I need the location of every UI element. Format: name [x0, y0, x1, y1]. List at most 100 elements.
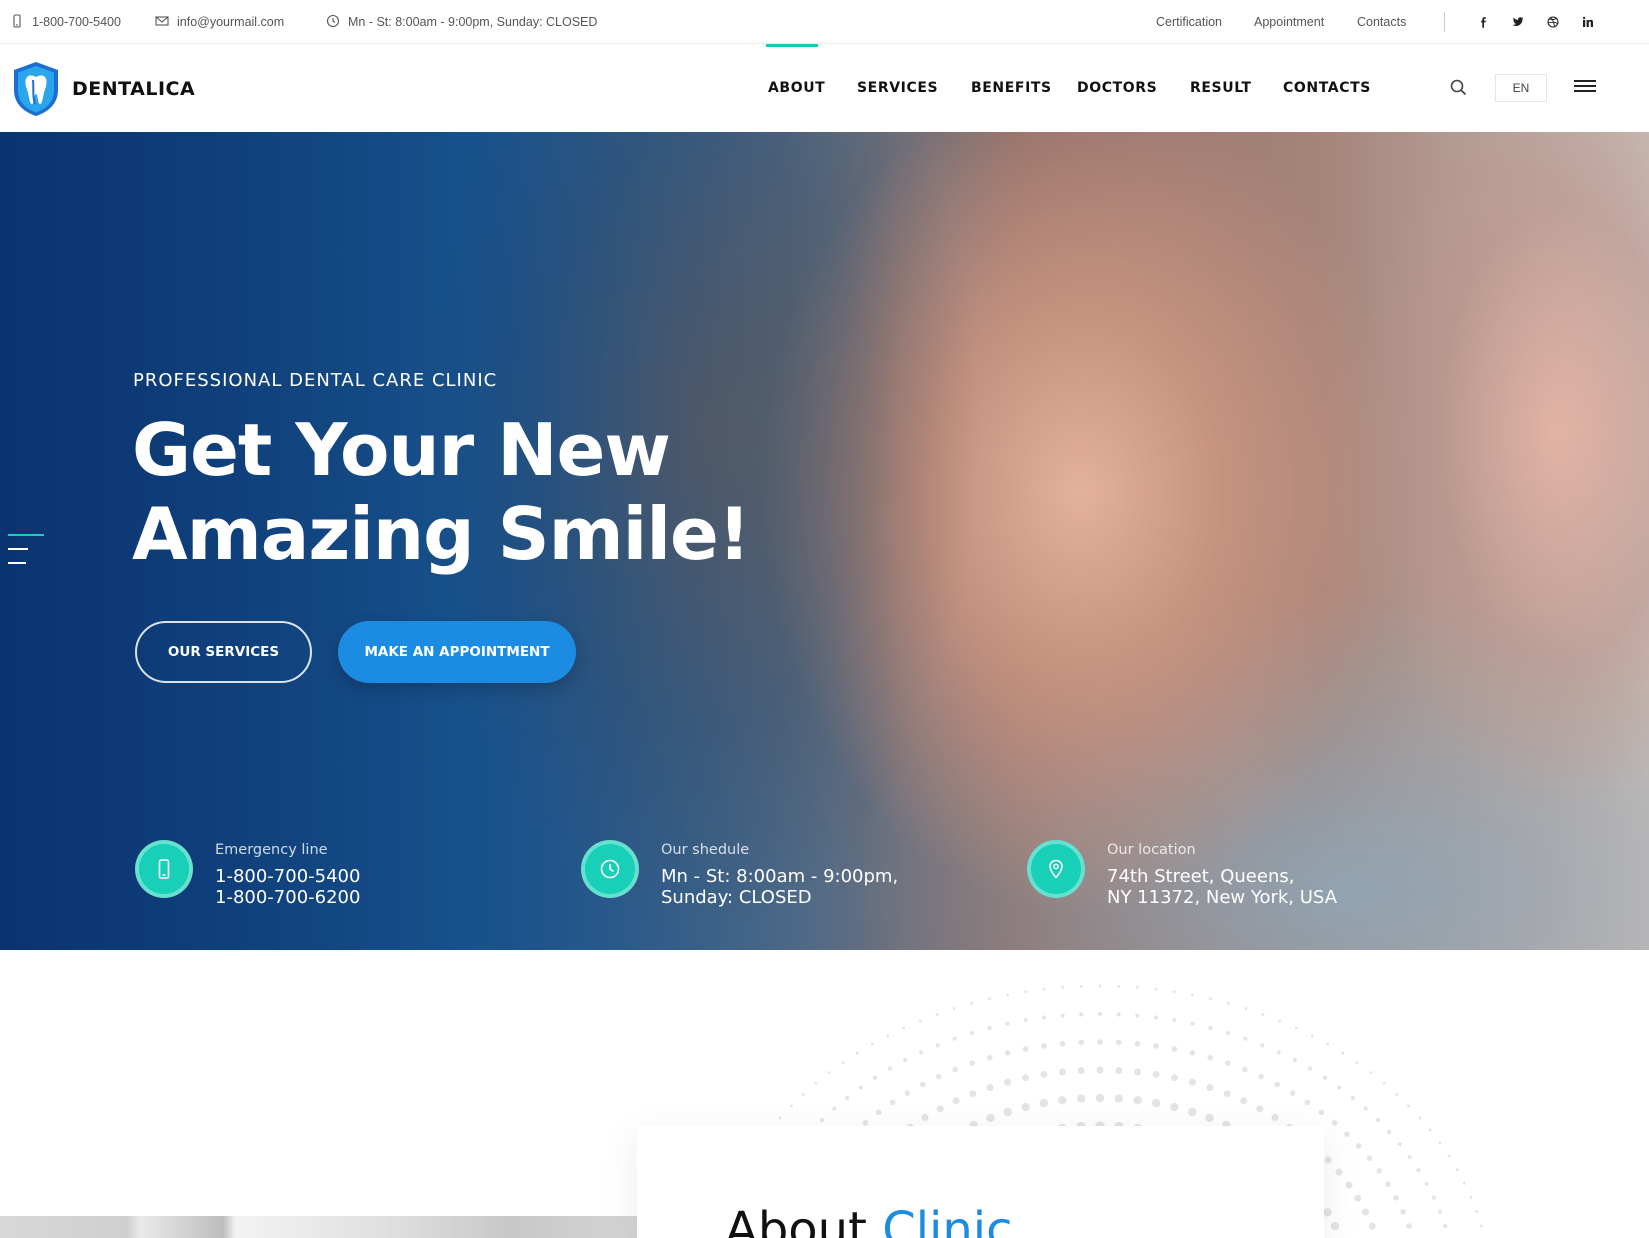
- decorative-dot: [952, 1097, 960, 1105]
- decorative-dot: [1188, 1107, 1197, 1117]
- decorative-dot: [1060, 1013, 1065, 1018]
- decorative-dot: [1363, 1106, 1368, 1111]
- decorative-dot: [1331, 1120, 1338, 1126]
- logo[interactable]: DENTALICA: [10, 60, 195, 118]
- info-location: Our location 74th Street, Queens, NY 113…: [1027, 840, 1337, 908]
- decorative-dot: [887, 1066, 892, 1071]
- decorative-dot: [841, 1061, 845, 1065]
- decorative-dot: [1438, 1141, 1442, 1145]
- info-value-line2[interactable]: 1-800-700-6200: [215, 887, 360, 908]
- info-emergency: Emergency line 1-800-700-5400 1-800-700-…: [135, 840, 360, 908]
- decorative-dot: [1393, 1195, 1399, 1201]
- our-services-button[interactable]: OUR SERVICES: [135, 621, 312, 683]
- decorative-dot: [903, 1058, 908, 1063]
- decorative-dot: [856, 1051, 859, 1055]
- topbar-divider: [1444, 12, 1445, 32]
- decorative-dot: [935, 1013, 939, 1016]
- decorative-dot: [820, 1117, 825, 1123]
- decorative-dot: [1005, 1021, 1010, 1026]
- decorative-dot: [1059, 1040, 1066, 1047]
- decorative-dot: [918, 1019, 922, 1023]
- topbar-link-certification[interactable]: Certification: [1156, 0, 1222, 44]
- decorative-dot: [1076, 1094, 1086, 1103]
- tooth-logo-icon: [10, 60, 62, 118]
- decorative-dot: [1418, 1116, 1422, 1120]
- decorative-dot: [845, 1095, 850, 1100]
- decorative-dot: [1095, 1093, 1105, 1103]
- about-title-part2: Clinic: [882, 1202, 1013, 1238]
- nav-item-contacts[interactable]: CONTACTS: [1283, 44, 1371, 132]
- decorative-dot: [1098, 984, 1102, 988]
- decorative-dot: [1116, 1039, 1122, 1046]
- decorative-dot: [790, 1104, 793, 1108]
- topbar-hours-text: Mn - St: 8:00am - 9:00pm, Sunday: CLOSED: [348, 15, 598, 29]
- decorative-dot: [1227, 1001, 1230, 1005]
- decorative-dot: [1153, 1043, 1159, 1049]
- slider-pagination[interactable]: [8, 534, 44, 576]
- info-value-line1[interactable]: 1-800-700-5400: [215, 866, 360, 887]
- decorative-dot: [1324, 1156, 1332, 1164]
- decorative-dot: [1354, 1194, 1362, 1202]
- decorative-dot: [1023, 1018, 1028, 1023]
- decorative-dot: [1455, 1168, 1459, 1171]
- phone-icon: [10, 13, 24, 31]
- decorative-dot: [919, 1050, 924, 1055]
- decorative-dot: [1134, 1040, 1141, 1047]
- topbar-phone[interactable]: 1-800-700-5400: [10, 0, 121, 44]
- nav-item-result[interactable]: RESULT: [1190, 44, 1252, 132]
- decorative-dot: [1376, 1168, 1383, 1174]
- hamburger-menu-icon[interactable]: [1574, 80, 1596, 96]
- decorative-dot: [1428, 1128, 1432, 1132]
- decorative-dot: [1362, 1208, 1370, 1216]
- decorative-dot: [870, 1042, 874, 1046]
- location-pin-icon: [1027, 840, 1085, 898]
- decorative-dot: [952, 1066, 959, 1073]
- nav-item-services[interactable]: SERVICES: [857, 44, 938, 132]
- decorative-dot: [1078, 1039, 1084, 1046]
- info-label: Emergency line: [215, 842, 328, 858]
- nav-item-about[interactable]: ABOUT: [768, 44, 825, 132]
- dribbble-icon[interactable]: [1543, 12, 1563, 32]
- facebook-icon[interactable]: [1473, 12, 1493, 32]
- decorative-dot: [1322, 1075, 1328, 1080]
- decorative-dot: [1243, 1036, 1248, 1041]
- twitter-icon[interactable]: [1508, 12, 1528, 32]
- decorative-dot: [1097, 1011, 1103, 1017]
- nav-item-benefits[interactable]: BENEFITS: [971, 44, 1052, 132]
- decorative-dot: [902, 1026, 906, 1030]
- decorative-dot: [889, 1099, 896, 1106]
- linkedin-icon[interactable]: [1578, 12, 1598, 32]
- decorative-dot: [1117, 985, 1121, 988]
- decorative-dot: [1152, 1098, 1161, 1108]
- decorative-dot: [1191, 993, 1194, 997]
- nav-item-doctors[interactable]: DOCTORS: [1077, 44, 1157, 132]
- decorative-dot: [1400, 1209, 1406, 1215]
- topbar-link-appointment[interactable]: Appointment: [1254, 0, 1324, 44]
- decorative-dot: [1350, 1095, 1355, 1100]
- clinic-photo-strip: [0, 1216, 637, 1238]
- decorative-dot: [1375, 1117, 1380, 1123]
- decorative-dot: [1170, 1074, 1178, 1082]
- hero-section: PROFESSIONAL DENTAL CARE CLINIC Get Your…: [0, 132, 1649, 950]
- topbar-link-contacts[interactable]: Contacts: [1357, 0, 1406, 44]
- hero-title-line1: Get Your New: [132, 408, 671, 492]
- decorative-dot: [778, 1116, 782, 1120]
- decorative-dot: [1345, 1181, 1353, 1189]
- decorative-dot: [1223, 1090, 1231, 1098]
- decorative-dot: [1114, 1094, 1124, 1103]
- decorative-dot: [1480, 1224, 1483, 1228]
- decorative-dot: [1152, 1070, 1160, 1078]
- topbar-email[interactable]: info@yourmail.com: [155, 0, 284, 44]
- decorative-dot: [1385, 1181, 1391, 1187]
- decorative-dot: [1341, 1051, 1344, 1055]
- decorative-dot: [1154, 987, 1158, 991]
- search-icon[interactable]: [1447, 76, 1471, 100]
- decorative-dot: [1224, 1060, 1231, 1066]
- topbar-hours: Mn - St: 8:00am - 9:00pm, Sunday: CLOSED: [326, 0, 597, 44]
- decorative-dot: [1431, 1195, 1436, 1200]
- make-appointment-button[interactable]: MAKE AN APPOINTMENT: [338, 621, 576, 683]
- brand-name: DENTALICA: [72, 78, 196, 100]
- language-selector[interactable]: EN: [1495, 74, 1547, 102]
- decorative-dot: [1171, 1046, 1178, 1052]
- decorative-dot: [1310, 1034, 1314, 1038]
